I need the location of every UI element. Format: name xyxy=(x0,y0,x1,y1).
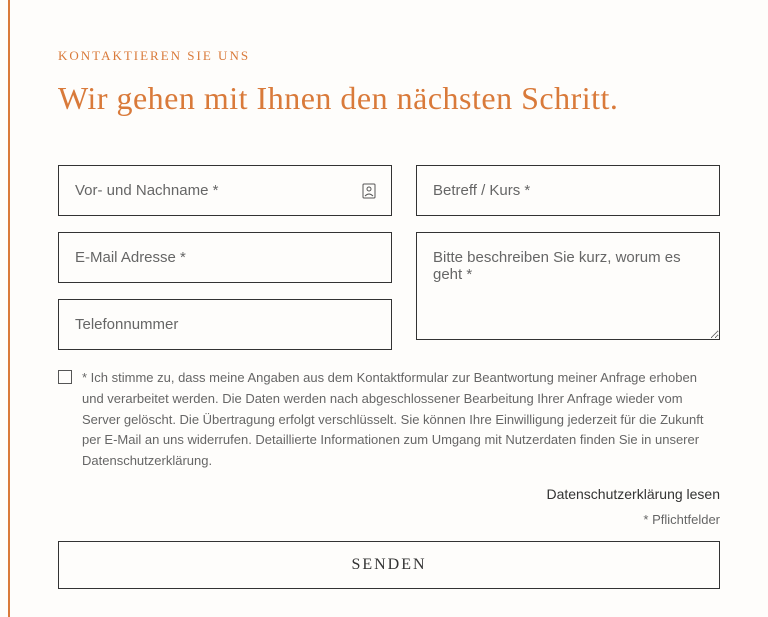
consent-text: * Ich stimme zu, dass meine Angaben aus … xyxy=(82,368,720,472)
phone-input[interactable] xyxy=(58,299,392,350)
required-fields-note: * Pflichtfelder xyxy=(58,512,720,527)
consent-checkbox[interactable] xyxy=(58,370,72,384)
form-row-1 xyxy=(58,165,720,216)
privacy-policy-link[interactable]: Datenschutzerklärung lesen xyxy=(58,486,720,502)
email-input[interactable] xyxy=(58,232,392,283)
contact-form-container: KONTAKTIEREN SIE UNS Wir gehen mit Ihnen… xyxy=(8,0,768,617)
page-heading: Wir gehen mit Ihnen den nächsten Schritt… xyxy=(58,80,720,117)
message-textarea[interactable] xyxy=(416,232,720,340)
subject-input[interactable] xyxy=(416,165,720,216)
form-row-2 xyxy=(58,232,720,350)
submit-button[interactable]: SENDEN xyxy=(58,541,720,589)
name-input[interactable] xyxy=(58,165,392,216)
consent-block: * Ich stimme zu, dass meine Angaben aus … xyxy=(58,368,720,472)
eyebrow-label: KONTAKTIEREN SIE UNS xyxy=(58,48,720,64)
